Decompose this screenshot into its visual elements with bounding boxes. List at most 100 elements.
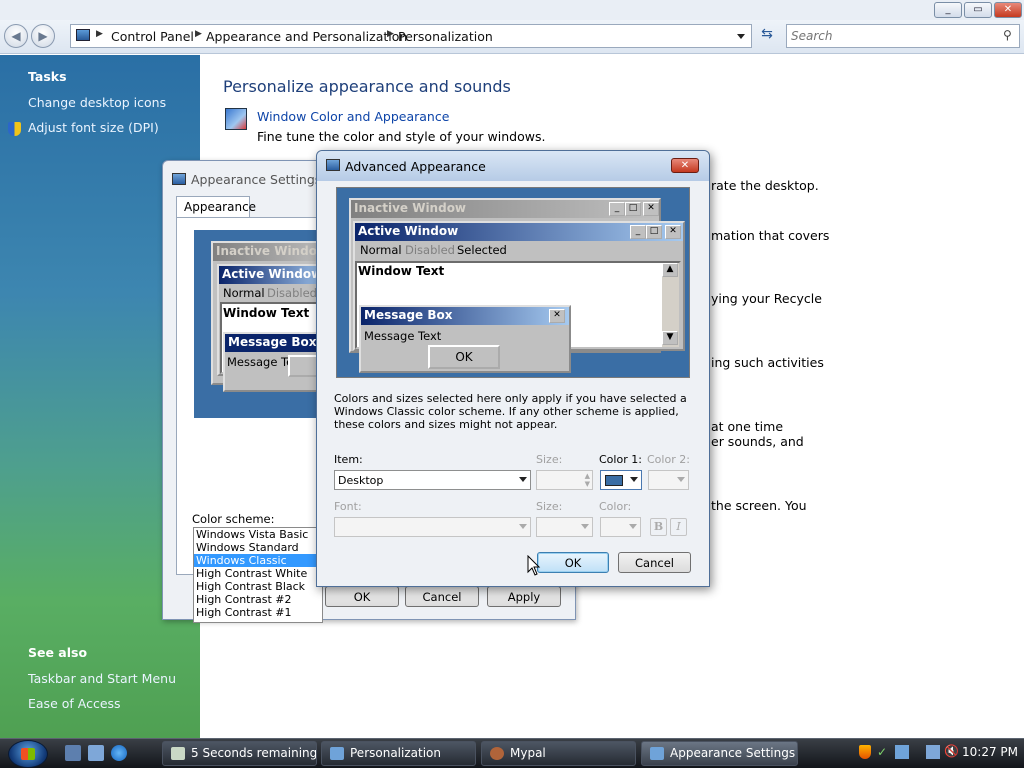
adv-inactive-close-icon: ✕: [643, 202, 659, 216]
adv-message-close-icon: ✕: [549, 309, 565, 323]
appearance-apply-button[interactable]: Apply: [487, 586, 561, 607]
scheme-item[interactable]: High Contrast #2: [194, 593, 322, 606]
address-bar[interactable]: ▶ Control Panel ▶ Appearance and Persona…: [70, 24, 752, 48]
tab-appearance[interactable]: Appearance: [176, 196, 256, 218]
scheme-item[interactable]: High Contrast Black: [194, 580, 322, 593]
taskbar-clock[interactable]: 10:27 PM: [962, 745, 1018, 759]
breadcrumb-appearance[interactable]: Appearance and Personalization: [206, 29, 407, 44]
scroll-down-icon: ▼: [662, 331, 678, 345]
close-button[interactable]: ✕: [994, 2, 1022, 18]
scheme-item[interactable]: Windows Vista Basic: [194, 528, 322, 541]
search-icon[interactable]: ⚲: [1003, 28, 1012, 42]
security-shield-icon[interactable]: [859, 745, 871, 759]
chevron-down-icon: [519, 477, 527, 482]
item-dropdown[interactable]: Desktop: [334, 470, 531, 490]
search-box[interactable]: ⚲: [786, 24, 1020, 48]
breadcrumb-separator-icon: ▶: [96, 29, 103, 39]
address-dropdown-icon[interactable]: [737, 34, 745, 39]
scheme-item[interactable]: High Contrast #1: [194, 606, 322, 619]
taskbar-button-appearance-settings[interactable]: Appearance Settings: [641, 741, 798, 766]
color-scheme-list[interactable]: Windows Vista Basic Windows Standard Win…: [193, 527, 323, 623]
maximize-button[interactable]: ▭: [964, 2, 992, 18]
breadcrumb-control-panel[interactable]: Control Panel: [111, 29, 194, 44]
display-icon[interactable]: [926, 745, 940, 759]
switch-windows-icon[interactable]: [88, 745, 104, 761]
scheme-item[interactable]: High Contrast White: [194, 567, 322, 580]
preview-window-text: Window Text: [223, 306, 310, 320]
breadcrumb-personalization[interactable]: Personalization: [398, 29, 493, 44]
advanced-cancel-button[interactable]: Cancel: [618, 552, 691, 573]
window-color-desc: Fine tune the color and style of your wi…: [257, 129, 546, 144]
tasks-header: Tasks: [28, 69, 67, 84]
chevron-down-icon: [581, 524, 589, 529]
task-desc-fragment: mation that covers: [711, 228, 830, 243]
advanced-preview[interactable]: Inactive Window _ □ ✕ Active Window _ □ …: [336, 187, 690, 378]
task-desc-fragment: rate the desktop.: [711, 178, 819, 193]
refresh-icon[interactable]: ⇆: [757, 26, 777, 46]
see-also-taskbar[interactable]: Taskbar and Start Menu: [28, 671, 176, 686]
scheme-item-selected[interactable]: Windows Classic: [194, 554, 322, 567]
adv-preview-message-caption: Message Box: [361, 307, 569, 325]
color2-label: Color 2:: [647, 453, 690, 466]
font-color-picker: [600, 517, 641, 537]
task-change-desktop-icons[interactable]: Change desktop icons: [28, 95, 166, 110]
search-input[interactable]: [791, 28, 991, 44]
mypal-icon: [490, 747, 504, 760]
dialog-icon: [172, 173, 186, 185]
volume-muted-icon[interactable]: 🔇: [944, 744, 959, 758]
shield-icon: [8, 122, 21, 136]
back-button[interactable]: ◀: [4, 24, 28, 48]
taskbar-button-label: 5 Seconds remaining: [191, 746, 317, 760]
taskbar-button-personalization[interactable]: Personalization: [321, 741, 476, 766]
adv-active-minimize-icon: _: [630, 225, 646, 239]
adv-active-maximize-icon: □: [646, 225, 662, 239]
appearance-ok-button[interactable]: OK: [325, 586, 399, 607]
internet-explorer-icon[interactable]: [111, 745, 127, 761]
preview-menu-disabled: Disabled: [267, 286, 317, 300]
scroll-up-icon: ▲: [662, 263, 678, 277]
start-button[interactable]: [8, 740, 48, 768]
classic-scheme-note: Colors and sizes selected here only appl…: [334, 392, 687, 431]
navigation-bar: ◀ ▶ ▶ Control Panel ▶ Appearance and Per…: [0, 20, 1024, 54]
color1-picker[interactable]: [600, 470, 642, 490]
adv-preview-message-box[interactable]: Message Box ✕ Message Text OK: [359, 305, 571, 373]
explorer-titlebar: [0, 0, 1024, 20]
see-also-ease-of-access[interactable]: Ease of Access: [28, 696, 121, 711]
window-color-icon: [225, 108, 247, 130]
minimize-button[interactable]: _: [934, 2, 962, 18]
scheme-item[interactable]: Windows Standard: [194, 541, 322, 554]
bold-button: B: [650, 518, 667, 536]
adv-inactive-maximize-icon: □: [625, 202, 641, 216]
item-label: Item:: [334, 453, 363, 466]
chevron-down-icon: [629, 524, 637, 529]
adv-preview-menu-disabled: Disabled: [405, 243, 455, 257]
dialog-title: Appearance Settings: [191, 172, 322, 187]
dialog-icon: [326, 159, 340, 171]
show-desktop-icon[interactable]: [65, 745, 81, 761]
color2-picker: [648, 470, 689, 490]
font-color-label: Color:: [599, 500, 632, 513]
taskbar-button-timer[interactable]: 5 Seconds remaining: [162, 741, 317, 766]
task-desc-fragment: at one time: [711, 419, 784, 434]
font-label: Font:: [334, 500, 362, 513]
taskbar-button-label: Mypal: [510, 746, 546, 760]
color1-swatch: [605, 475, 623, 486]
network-icon[interactable]: [895, 745, 909, 759]
task-adjust-font-size[interactable]: Adjust font size (DPI): [28, 120, 159, 135]
advanced-close-button[interactable]: ✕: [671, 158, 699, 173]
forward-button[interactable]: ▶: [31, 24, 55, 48]
breadcrumb-separator-icon: ▶: [387, 29, 394, 39]
spinner-arrows-icon: ▲ ▼: [584, 472, 590, 488]
advanced-ok-button[interactable]: OK: [537, 552, 609, 573]
taskbar-button-mypal[interactable]: Mypal: [481, 741, 636, 766]
breadcrumb-separator-icon: ▶: [195, 29, 202, 39]
control-panel-icon: [76, 29, 90, 41]
chevron-down-icon: [630, 477, 638, 482]
advanced-title: Advanced Appearance: [345, 159, 486, 174]
appearance-cancel-button[interactable]: Cancel: [405, 586, 479, 607]
see-also-header: See also: [28, 645, 88, 660]
checkmark-icon[interactable]: ✓: [877, 745, 891, 759]
adv-preview-menu-selected: Selected: [457, 243, 507, 257]
window-color-link[interactable]: Window Color and Appearance: [257, 109, 449, 124]
taskbar-button-label: Personalization: [350, 746, 441, 760]
